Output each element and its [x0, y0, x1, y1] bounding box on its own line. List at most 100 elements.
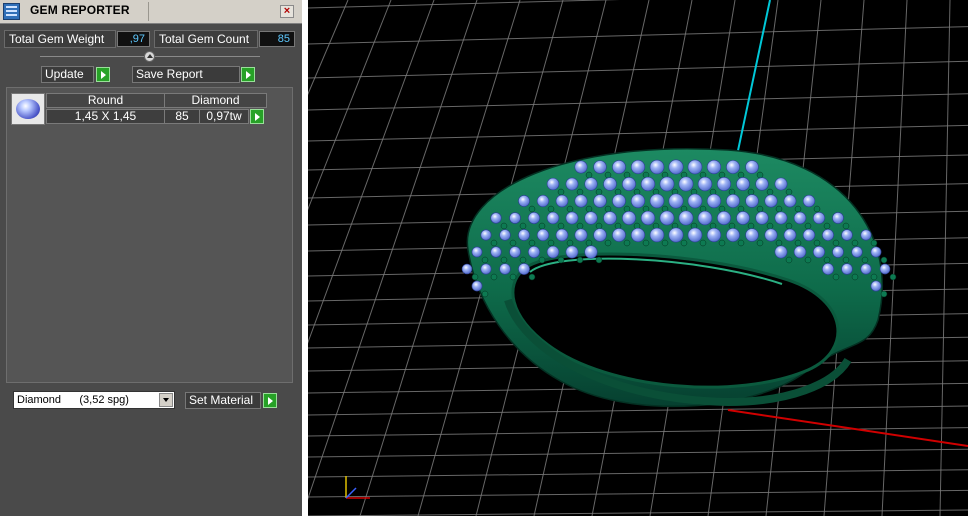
pave-gem — [640, 176, 656, 192]
gem-prong — [528, 273, 536, 281]
gem-prong — [490, 273, 498, 281]
material-select[interactable]: Diamond (3,52 spg) — [13, 391, 175, 409]
grid-line — [308, 93, 968, 111]
gem-prong — [509, 239, 517, 247]
pave-gem — [687, 159, 703, 175]
pave-gem — [851, 246, 863, 258]
gem-prong — [889, 273, 897, 281]
pave-gem — [612, 228, 626, 242]
collapse-icon[interactable] — [144, 51, 155, 62]
round-gem-thumbnail[interactable] — [11, 93, 45, 125]
pave-gem — [603, 177, 617, 191]
pave-gem — [565, 177, 579, 191]
chevron-down-icon[interactable] — [159, 393, 173, 407]
gem-prong — [785, 222, 793, 230]
pave-gem — [480, 229, 492, 241]
gem-prong — [794, 205, 802, 213]
gem-prong — [538, 222, 546, 230]
pave-gem — [546, 245, 560, 259]
update-play-arrow-icon[interactable] — [96, 67, 110, 82]
pave-gem — [812, 245, 826, 259]
pave-gem — [499, 229, 511, 241]
pave-gem — [726, 228, 740, 242]
gem-prong — [528, 239, 536, 247]
pave-gem — [471, 280, 483, 292]
gem-prong — [595, 188, 603, 196]
gem-prong — [623, 239, 631, 247]
pave-gem — [518, 263, 530, 275]
pave-gem — [832, 212, 844, 224]
pave-gem — [593, 194, 607, 208]
pave-gem — [536, 194, 550, 208]
save-report-play-arrow-icon[interactable] — [241, 67, 255, 82]
pave-gem — [518, 195, 530, 207]
gem-prong — [471, 273, 479, 281]
gem-prong — [500, 256, 508, 264]
pave-gem — [668, 193, 684, 209]
pave-gem — [774, 177, 788, 191]
pave-gem — [832, 246, 844, 258]
grid-line — [308, 509, 968, 516]
set-material-button[interactable]: Set Material — [185, 392, 261, 409]
gem-prong — [756, 205, 764, 213]
pave-gem — [659, 210, 675, 226]
pave-gem — [716, 176, 732, 192]
pave-gem — [668, 159, 684, 175]
pave-gem — [528, 212, 540, 224]
pave-gem — [822, 263, 834, 275]
pave-gem — [584, 177, 598, 191]
gem-weight-cell: 0,97tw — [199, 109, 249, 124]
gem-count-cell: 85 — [164, 109, 200, 124]
pave-gem — [518, 229, 530, 241]
pave-gem — [841, 229, 853, 241]
pave-gem — [555, 194, 569, 208]
pave-gem — [584, 245, 598, 259]
pave-gem — [490, 246, 502, 258]
title-bar[interactable]: GEM REPORTER × — [0, 0, 302, 24]
pave-gem — [764, 228, 778, 242]
title-bar-separator — [148, 2, 149, 21]
window-title: GEM REPORTER — [30, 3, 130, 17]
pave-gem — [649, 159, 665, 175]
gem-prong — [861, 256, 869, 264]
pave-gem — [726, 194, 740, 208]
gem-prong — [880, 290, 888, 298]
gem-row-play-arrow-icon[interactable] — [250, 109, 264, 124]
pave-gem — [802, 194, 816, 208]
pave-gem — [640, 210, 656, 226]
pave-gem — [612, 160, 626, 174]
pave-gem — [668, 227, 684, 243]
gem-prong — [595, 256, 603, 264]
update-button[interactable]: Update — [41, 66, 94, 83]
gem-prong — [842, 256, 850, 264]
pave-gem — [528, 246, 540, 258]
close-icon[interactable]: × — [280, 5, 294, 18]
set-material-play-arrow-icon[interactable] — [263, 393, 277, 408]
gem-prong — [547, 239, 555, 247]
gem-prong — [785, 256, 793, 264]
pave-gem — [755, 177, 769, 191]
gem-prong — [728, 222, 736, 230]
pave-gem — [783, 228, 797, 242]
gem-prong — [557, 256, 565, 264]
gem-prong — [870, 239, 878, 247]
gem-prong — [604, 205, 612, 213]
pave-gem — [860, 263, 872, 275]
gem-stone-icon — [16, 99, 40, 119]
pave-gem — [574, 228, 588, 242]
pave-gem — [546, 177, 560, 191]
gem-prong — [642, 239, 650, 247]
gem-prong — [604, 171, 612, 179]
pave-gem — [574, 194, 588, 208]
total-gem-weight-value: ,97 — [117, 31, 150, 47]
3d-viewport[interactable] — [308, 0, 968, 516]
pave-gem — [603, 211, 617, 225]
pave-gem — [841, 263, 853, 275]
gem-prong — [519, 222, 527, 230]
gem-cut-header: Round — [46, 93, 165, 108]
gem-prong — [557, 188, 565, 196]
pave-gem — [745, 228, 759, 242]
pave-gem — [659, 176, 675, 192]
save-report-button[interactable]: Save Report — [132, 66, 240, 83]
gem-prong — [585, 239, 593, 247]
